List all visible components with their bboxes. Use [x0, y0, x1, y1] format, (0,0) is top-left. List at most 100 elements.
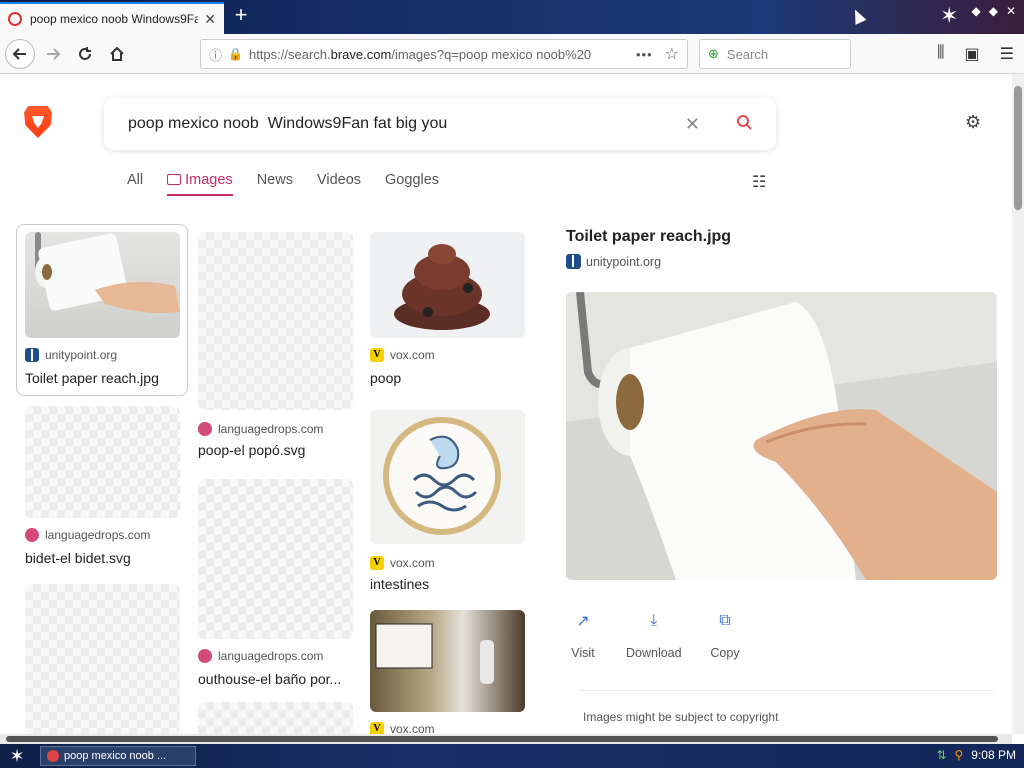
- toilet-paper-thumbnail[interactable]: [25, 232, 180, 338]
- search-box[interactable]: poop mexico noob Windows9Fan fat big you…: [104, 98, 776, 150]
- languagedrops-favicon-icon: [198, 422, 212, 436]
- search-submit-icon[interactable]: [736, 114, 752, 135]
- sidebar-icon[interactable]: ▣: [965, 44, 980, 64]
- brave-taskbar-icon: [47, 750, 59, 762]
- poop-svg-thumbnail[interactable]: [198, 232, 353, 410]
- filter-sliders-icon[interactable]: ☷: [752, 172, 766, 192]
- info-icon[interactable]: ⓘ: [209, 45, 222, 64]
- magnifier-icon: [737, 114, 752, 130]
- clear-search-icon[interactable]: ✕: [685, 114, 700, 135]
- search-tabs: All Images News Videos Goggles: [127, 172, 463, 196]
- visit-action[interactable]: ↗ Visit: [566, 604, 600, 660]
- result-card[interactable]: Vvox.com intestines: [370, 410, 526, 592]
- vox-favicon-icon: V: [370, 556, 384, 570]
- address-bar[interactable]: ⓘ 🔒 https://search.brave.com/images?q=po…: [200, 39, 688, 69]
- outhouse-thumbnail[interactable]: [198, 479, 353, 639]
- maximize-icon[interactable]: ◆: [989, 4, 998, 18]
- result-card[interactable]: languagedrops.com poop-el popó.svg: [198, 232, 354, 464]
- download-action[interactable]: ⤓ Download: [626, 604, 682, 660]
- result-card[interactable]: [198, 702, 354, 734]
- tab-videos[interactable]: Videos: [317, 172, 361, 196]
- result-source: unitypoint.org: [25, 348, 117, 362]
- tab-images[interactable]: Images: [167, 172, 233, 196]
- tab-images-label: Images: [185, 172, 233, 188]
- crochet-poop-image: [394, 244, 490, 330]
- result-title[interactable]: Toilet paper reach.jpg: [25, 370, 181, 386]
- result-title[interactable]: outhouse-el baño por...: [198, 671, 354, 687]
- forward-button[interactable]: [38, 39, 68, 69]
- preview-title[interactable]: Toilet paper reach.jpg: [566, 228, 731, 246]
- vertical-scrollbar[interactable]: [1012, 74, 1024, 734]
- brave-favicon-icon: [8, 12, 22, 26]
- taskbar-window-item[interactable]: poop mexico noob ...: [40, 746, 196, 766]
- network-icon[interactable]: ⇅: [936, 748, 946, 762]
- result-title[interactable]: intestines: [370, 576, 526, 592]
- brave-logo-icon[interactable]: [24, 106, 52, 138]
- url-path: /images?q=poop mexico noob%20: [391, 46, 592, 62]
- result-source: languagedrops.com: [198, 649, 323, 663]
- result-source: Vvox.com: [370, 722, 435, 734]
- result-card[interactable]: Vvox.com poop: [370, 232, 526, 392]
- back-button[interactable]: [5, 39, 35, 69]
- url-text[interactable]: https://search.brave.com/images?q=poop m…: [249, 47, 628, 62]
- browser-search-field[interactable]: ⊕ Search: [699, 39, 851, 69]
- tab-close-icon[interactable]: ✕: [204, 11, 216, 28]
- intestines-thumbnail[interactable]: [370, 410, 525, 544]
- crochet-poop-thumbnail[interactable]: [370, 232, 525, 338]
- start-menu-icon[interactable]: ✶: [0, 744, 34, 768]
- menu-icon[interactable]: ☰: [1000, 44, 1014, 64]
- toilet-paper-large-image: [566, 292, 997, 580]
- horizontal-scrollbar[interactable]: [0, 734, 1012, 744]
- search-tray-icon[interactable]: ⚲: [955, 748, 964, 762]
- result-source-text: languagedrops.com: [218, 649, 324, 663]
- home-icon: [110, 46, 124, 61]
- os-taskbar: ✶ poop mexico noob ... ⇅ ⚲ 9:08 PM: [0, 744, 1024, 768]
- result-card[interactable]: [25, 584, 181, 734]
- scroll-thumb[interactable]: [1014, 86, 1022, 210]
- tab-goggles[interactable]: Goggles: [385, 172, 439, 196]
- system-tray: ⇅ ⚲ 9:08 PM: [936, 748, 1016, 762]
- page-actions-icon[interactable]: •••: [636, 47, 653, 62]
- clock[interactable]: 9:08 PM: [971, 748, 1016, 762]
- minimize-icon[interactable]: ◆: [971, 4, 980, 18]
- result-card[interactable]: unitypoint.org Toilet paper reach.jpg: [25, 232, 181, 392]
- intestines-embroidery-image: [383, 417, 501, 535]
- result-title[interactable]: poop: [370, 370, 526, 386]
- result-title[interactable]: poop-el popó.svg: [198, 442, 354, 458]
- home-button[interactable]: [102, 39, 132, 69]
- svg-thumbnail[interactable]: [198, 702, 353, 734]
- copy-action[interactable]: ⧉ Copy: [708, 604, 742, 660]
- copy-label: Copy: [710, 646, 740, 660]
- bidet-thumbnail[interactable]: [25, 406, 180, 518]
- unitypoint-favicon-icon: [25, 348, 39, 362]
- reload-button[interactable]: [70, 39, 100, 69]
- lock-icon: 🔒: [228, 47, 243, 61]
- languagedrops-favicon-icon: [25, 528, 39, 542]
- svg-thumbnail[interactable]: [25, 584, 180, 734]
- result-card[interactable]: Vvox.com: [370, 610, 526, 734]
- tab-all[interactable]: All: [127, 172, 143, 196]
- preview-image[interactable]: [566, 292, 997, 580]
- toilet-paper-image: [35, 232, 180, 313]
- preview-source[interactable]: unitypoint.org: [566, 254, 661, 269]
- close-window-icon[interactable]: ✕: [1006, 4, 1016, 18]
- mouse-cursor-icon: [849, 7, 867, 25]
- result-card[interactable]: languagedrops.com bidet-el bidet.svg: [25, 406, 181, 566]
- browser-tab[interactable]: poop mexico noob Windows9Fan fat big you…: [0, 2, 224, 34]
- endoscopy-thumbnail[interactable]: [370, 610, 525, 712]
- scroll-thumb[interactable]: [6, 736, 998, 742]
- download-icon: ⤓: [650, 612, 658, 629]
- library-icon[interactable]: ⫼: [937, 44, 944, 64]
- result-source: Vvox.com: [370, 348, 435, 362]
- new-tab-button[interactable]: +: [230, 4, 252, 28]
- result-source-text: unitypoint.org: [45, 348, 118, 362]
- search-query[interactable]: poop mexico noob Windows9Fan fat big you: [128, 115, 685, 133]
- result-card[interactable]: languagedrops.com outhouse-el baño por..…: [198, 479, 354, 689]
- visit-label: Visit: [571, 646, 595, 660]
- result-title[interactable]: bidet-el bidet.svg: [25, 550, 181, 566]
- bookmark-star-icon[interactable]: ☆: [665, 44, 679, 64]
- tab-news[interactable]: News: [257, 172, 293, 196]
- preview-source-text: unitypoint.org: [586, 254, 662, 269]
- toolbar-right: ⫼ ▣ ☰: [937, 44, 1014, 64]
- settings-gear-icon[interactable]: ⚙: [965, 112, 981, 133]
